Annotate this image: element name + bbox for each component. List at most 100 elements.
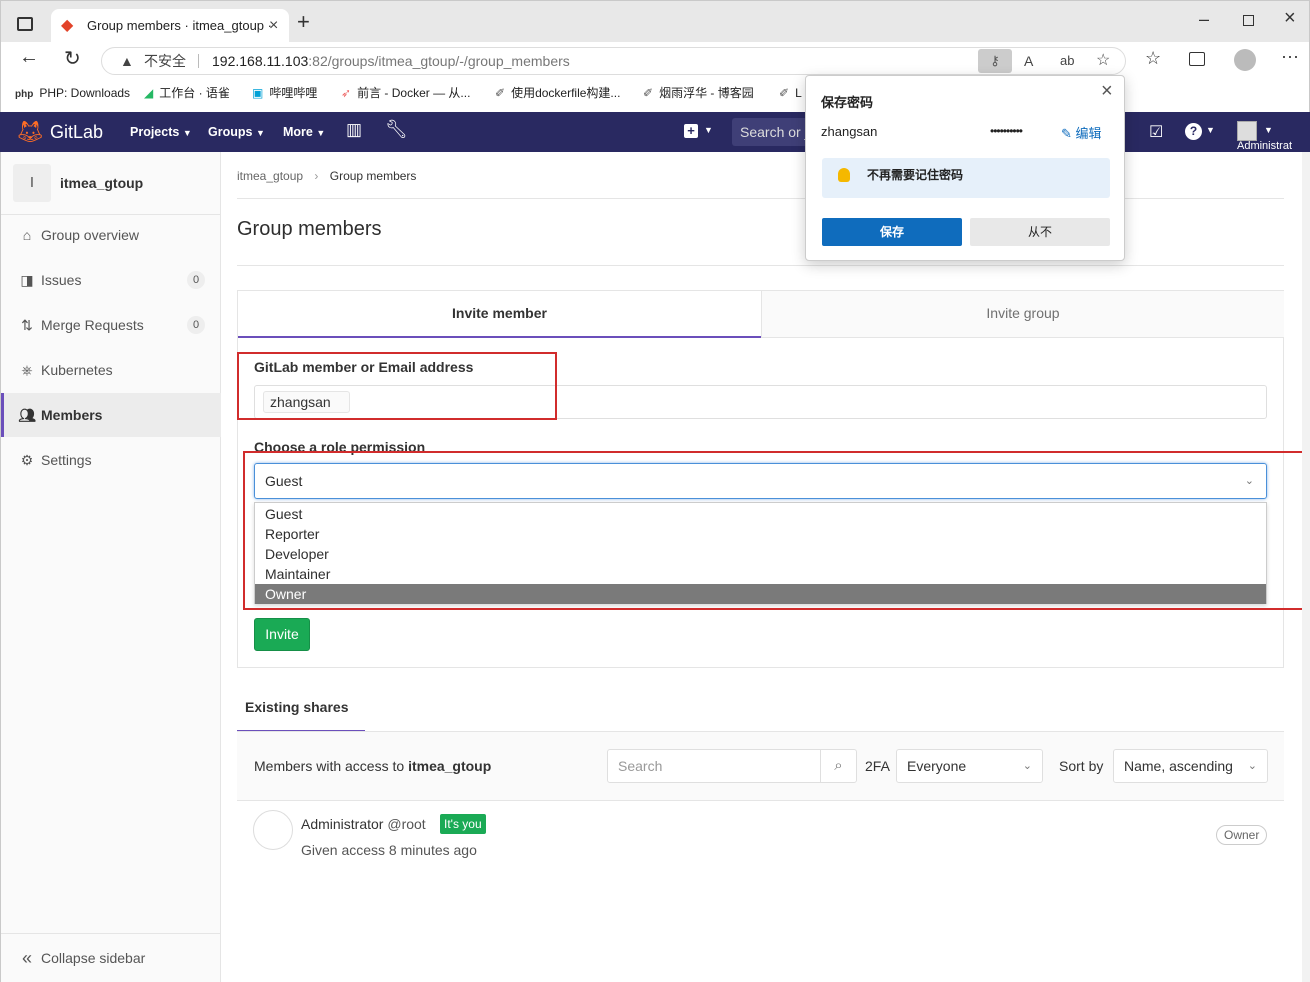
bilibili-icon: ▣	[252, 86, 264, 100]
sort-label: Sort by	[1059, 758, 1104, 774]
read-aloud-icon[interactable]: A	[1024, 48, 1033, 74]
sidebar-divider	[1, 933, 221, 934]
new-tab-button[interactable]: +	[297, 9, 310, 35]
favorite-item[interactable]: ✐ 使用dockerfile构建...	[495, 78, 620, 108]
chevron-down-icon: ⌄	[1022, 760, 1032, 772]
cnblogs-icon: ✐	[643, 86, 654, 100]
settings-menu-icon[interactable]: ···	[1281, 46, 1299, 67]
favorite-item[interactable]: php PHP: Downloads	[15, 78, 130, 108]
add-favorite-icon[interactable]: ☆	[1096, 48, 1110, 74]
url-text: 192.168.11.103:82/groups/itmea_gtoup/-/g…	[212, 48, 570, 74]
chevron-down-icon: ▼	[1264, 125, 1273, 135]
tab-close-icon[interactable]: ×	[269, 9, 278, 43]
merge-request-icon: ⇅	[21, 317, 33, 333]
annotation-box-role	[243, 451, 1309, 610]
chevron-down-icon: ▼	[704, 125, 713, 135]
avatar[interactable]	[253, 810, 293, 850]
nav-projects[interactable]: Projects ▼	[130, 112, 192, 152]
tab-invite-member[interactable]: Invite member	[238, 291, 761, 338]
close-window-icon[interactable]: ×	[1284, 7, 1296, 30]
title-divider	[237, 265, 1284, 266]
annotation-box-member	[237, 352, 557, 420]
favorite-item[interactable]: ◢ 工作台 · 语雀	[144, 78, 230, 108]
chevron-down-icon: ▼	[316, 128, 326, 138]
nav-groups[interactable]: Groups ▼	[208, 112, 265, 152]
tab-existing-shares[interactable]: Existing shares 1	[237, 690, 365, 752]
sort-dropdown[interactable]: Name, ascending ⌄	[1113, 749, 1268, 783]
cnblogs-icon: ✐	[779, 86, 790, 100]
admin-wrench-icon[interactable]: 🔧︎	[385, 119, 408, 140]
member-row: Administrator @root It's you Given acces…	[237, 802, 1284, 872]
scrollbar[interactable]	[1302, 152, 1310, 982]
chevron-down-icon: ⌄	[1247, 760, 1257, 772]
never-save-button[interactable]: 从不	[970, 218, 1110, 246]
save-password-button[interactable]: 保存	[822, 218, 962, 246]
members-filter-bar: Members with access to itmea_gtoup Searc…	[237, 732, 1284, 801]
user-name-label: Administrat	[1237, 141, 1293, 152]
saved-password-mask: ••••••••••	[990, 124, 1023, 138]
breadcrumb-group-link[interactable]: itmea_gtoup	[237, 169, 303, 183]
translate-icon[interactable]: ab	[1060, 48, 1074, 74]
sidebar-item-issues[interactable]: ◨ Issues 0	[1, 258, 221, 302]
favorite-item[interactable]: ✐ 烟雨浮华 - 博客园	[643, 78, 754, 108]
sidebar-item-merge-requests[interactable]: ⇅ Merge Requests 0	[1, 303, 221, 347]
minimize-icon[interactable]: –	[1199, 9, 1209, 30]
tab-actions-icon[interactable]	[17, 17, 33, 31]
save-password-dialog: 保存密码 × zhangsan •••••••••• ✎ 编辑 不再需要记住密码…	[805, 75, 1125, 261]
sidebar-item-members[interactable]: 👥︎ Members	[1, 393, 221, 437]
url-field[interactable]: ▲ 不安全 192.168.11.103:82/groups/itmea_gto…	[101, 47, 1126, 75]
profile-avatar-icon[interactable]	[1234, 49, 1256, 71]
chevron-down-icon: ▼	[1206, 125, 1215, 135]
members-search-input[interactable]: Search ⌕	[607, 749, 857, 783]
chevron-down-icon: ▼	[182, 128, 192, 138]
edit-password-link[interactable]: ✎ 编辑	[1061, 123, 1102, 142]
member-name[interactable]: Administrator @root	[301, 816, 426, 832]
page-title: Group members	[237, 218, 382, 240]
sidebar-group-name[interactable]: itmea_gtoup	[60, 175, 143, 191]
its-you-badge: It's you	[440, 814, 486, 834]
tab-invite-group[interactable]: Invite group	[761, 291, 1284, 338]
given-access-text: Given access 8 minutes ago	[301, 842, 477, 858]
php-icon: php	[15, 89, 34, 100]
favorites-icon[interactable]: ☆	[1145, 48, 1161, 69]
invite-button[interactable]: Invite	[254, 618, 310, 651]
user-avatar[interactable]	[1237, 121, 1257, 141]
favorite-item[interactable]: ▣ 哔哩哔哩	[252, 78, 317, 108]
collections-icon[interactable]	[1189, 52, 1205, 66]
issues-count-badge: 0	[187, 271, 205, 289]
issues-icon: ◨	[20, 272, 34, 288]
new-plus-icon[interactable]: +	[684, 124, 698, 138]
merge-requests-count-badge: 0	[187, 316, 205, 334]
nav-more[interactable]: More ▼	[283, 112, 325, 152]
dialog-title: 保存密码	[821, 95, 874, 110]
back-icon[interactable]: ←	[19, 46, 39, 69]
group-avatar[interactable]: I	[13, 164, 51, 202]
twofa-dropdown[interactable]: Everyone ⌄	[896, 749, 1043, 783]
maximize-icon[interactable]	[1243, 15, 1254, 26]
search-icon[interactable]: ⌕	[820, 750, 856, 782]
sidebar-item-settings[interactable]: ⚙ Settings	[1, 438, 221, 482]
saved-username: zhangsan	[821, 124, 878, 139]
collapse-sidebar-button[interactable]: « Collapse sidebar	[1, 936, 221, 980]
refresh-icon[interactable]: ↻	[64, 46, 81, 71]
favorite-item[interactable]: ✐ L	[779, 78, 802, 108]
sidebar-item-group-overview[interactable]: ⌂ Group overview	[1, 213, 221, 257]
todos-icon[interactable]: ☑	[1149, 122, 1163, 142]
gitlab-logo-icon[interactable]: 🦊︎	[16, 120, 44, 144]
gitlab-logo-text[interactable]: GitLab	[50, 112, 103, 152]
settings-icon: ⚙	[20, 452, 34, 468]
kubernetes-icon: ⎈	[21, 362, 33, 378]
browser-tab[interactable]: ◆ Group members · itmea_gtoup · ×	[51, 9, 289, 43]
sidebar-item-kubernetes[interactable]: ⎈ Kubernetes	[1, 348, 221, 392]
home-icon: ⌂	[22, 227, 32, 243]
close-icon[interactable]: ×	[1101, 80, 1113, 103]
lightbulb-icon	[838, 168, 850, 182]
twofa-label: 2FA	[865, 758, 890, 774]
rocket-icon: ➶	[341, 86, 352, 100]
activity-chart-icon[interactable]: ▥	[346, 120, 362, 140]
help-icon[interactable]: ?	[1185, 123, 1202, 140]
favorite-item[interactable]: ➶ 前言 - Docker — 从...	[341, 78, 470, 108]
password-key-icon[interactable]: ⚷	[978, 49, 1012, 73]
yuque-icon: ◢	[144, 86, 154, 100]
breadcrumb-current[interactable]: Group members	[330, 169, 417, 183]
